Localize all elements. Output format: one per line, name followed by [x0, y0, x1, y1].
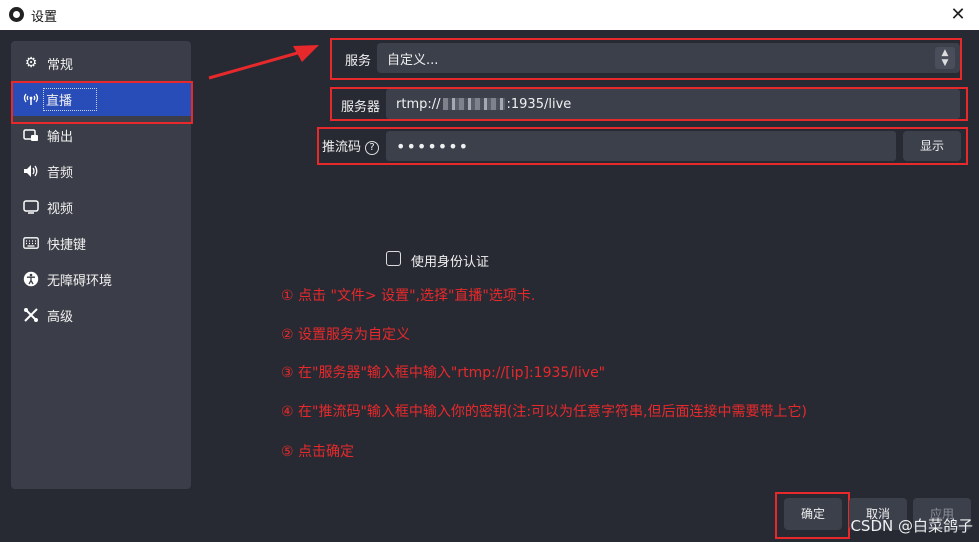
sidebar-item-label: 常规	[47, 57, 74, 73]
ok-button[interactable]: 确定	[784, 498, 842, 530]
chevron-updown-icon: ▲ ▼	[935, 47, 955, 69]
highlight-stream-tab	[11, 81, 193, 124]
sidebar-item-general[interactable]: ⚙ 常规	[11, 46, 191, 80]
instruction-3: ③ 在"服务器"输入框中输入"rtmp://[ip]:1935/live"	[281, 365, 606, 381]
keyboard-icon	[23, 235, 39, 251]
show-key-button[interactable]: 显示	[903, 131, 961, 161]
auth-checkbox[interactable]	[386, 251, 401, 266]
stream-key-label: 推流码?	[322, 136, 380, 155]
help-icon[interactable]: ?	[365, 140, 380, 155]
server-prefix: rtmp://	[396, 96, 441, 112]
pointer-arrow	[208, 45, 319, 80]
stream-key-input[interactable]: •••••••	[386, 131, 896, 161]
sidebar-item-video[interactable]: 视频	[11, 190, 191, 224]
stream-key-label-text: 推流码	[322, 140, 362, 155]
service-value: 自定义...	[387, 52, 439, 68]
auth-label: 使用身份认证	[411, 255, 490, 270]
gear-icon: ⚙	[24, 55, 38, 71]
output-icon	[23, 127, 39, 143]
close-icon[interactable]: ✕	[945, 2, 971, 28]
sidebar-item-audio[interactable]: 音频	[11, 154, 191, 188]
stream-key-value: •••••••	[396, 136, 470, 156]
service-select[interactable]: 自定义... ▲ ▼	[377, 43, 960, 73]
tools-icon	[23, 307, 39, 323]
sidebar-item-label: 高级	[47, 309, 74, 325]
server-input[interactable]: rtmp:// :1935/live	[386, 89, 960, 119]
service-label: 服务	[345, 54, 372, 69]
sidebar-item-label: 视频	[47, 201, 74, 217]
sidebar-item-label: 无障碍环境	[47, 273, 113, 289]
instruction-1: ① 点击 "文件> 设置",选择"直播"选项卡.	[281, 288, 536, 304]
title-bar: 设置 ✕	[0, 0, 979, 30]
redacted-ip	[442, 98, 505, 110]
speaker-icon	[23, 163, 39, 179]
sidebar-item-accessibility[interactable]: 无障碍环境	[11, 262, 191, 296]
sidebar-item-label: 输出	[47, 129, 74, 145]
server-label: 服务器	[341, 100, 381, 115]
csdn-watermark: CSDN @白菜鸽子	[850, 517, 973, 535]
instruction-4: ④ 在"推流码"输入框中输入你的密钥(注:可以为任意字符串,但后面连接中需要带上…	[281, 404, 807, 420]
sidebar-item-label: 音频	[47, 165, 74, 181]
sidebar-item-hotkeys[interactable]: 快捷键	[11, 226, 191, 260]
sidebar-item-advanced[interactable]: 高级	[11, 298, 191, 332]
monitor-icon	[23, 199, 39, 215]
accessibility-icon	[23, 271, 39, 287]
server-suffix: :1935/live	[506, 96, 572, 112]
window-title: 设置	[31, 10, 58, 25]
sidebar-item-label: 快捷键	[47, 237, 87, 253]
instruction-5: ⑤ 点击确定	[281, 444, 355, 460]
instruction-2: ② 设置服务为自定义	[281, 327, 411, 343]
obs-logo-icon	[9, 7, 24, 22]
